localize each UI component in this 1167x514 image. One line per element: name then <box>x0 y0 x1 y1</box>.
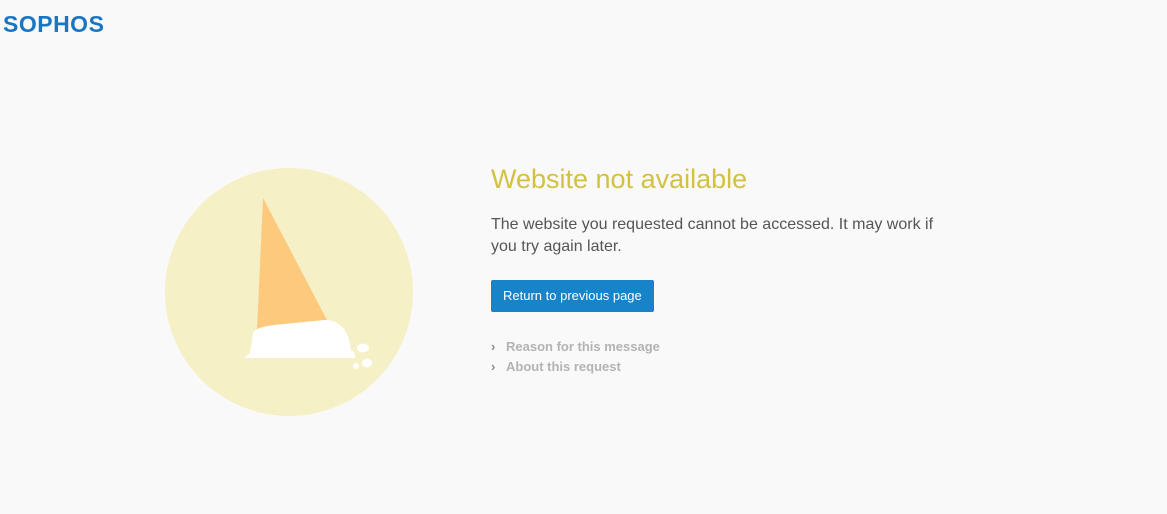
link-label: Reason for this message <box>506 338 660 354</box>
sophos-logo: SOPHOS <box>3 11 105 37</box>
link-label: About this request <box>506 358 621 374</box>
error-message: The website you requested cannot be acce… <box>491 216 934 255</box>
details-links: › Reason for this message › About this r… <box>491 336 961 376</box>
cream-drop <box>353 363 359 369</box>
return-to-previous-page-button[interactable]: Return to previous page <box>491 280 654 312</box>
page-title: Website not available <box>491 164 748 194</box>
reason-for-message-link[interactable]: › Reason for this message <box>491 336 961 356</box>
chevron-right-icon: › <box>491 338 496 354</box>
cream-drop <box>357 343 369 353</box>
chevron-right-icon: › <box>491 358 496 374</box>
error-content: Website not available The website you re… <box>491 160 961 376</box>
cream-drop <box>362 358 372 368</box>
melted-ice-cream-illustration <box>164 167 414 417</box>
error-page: SOPHOS Website not available The website… <box>0 0 1167 514</box>
about-this-request-link[interactable]: › About this request <box>491 356 961 376</box>
